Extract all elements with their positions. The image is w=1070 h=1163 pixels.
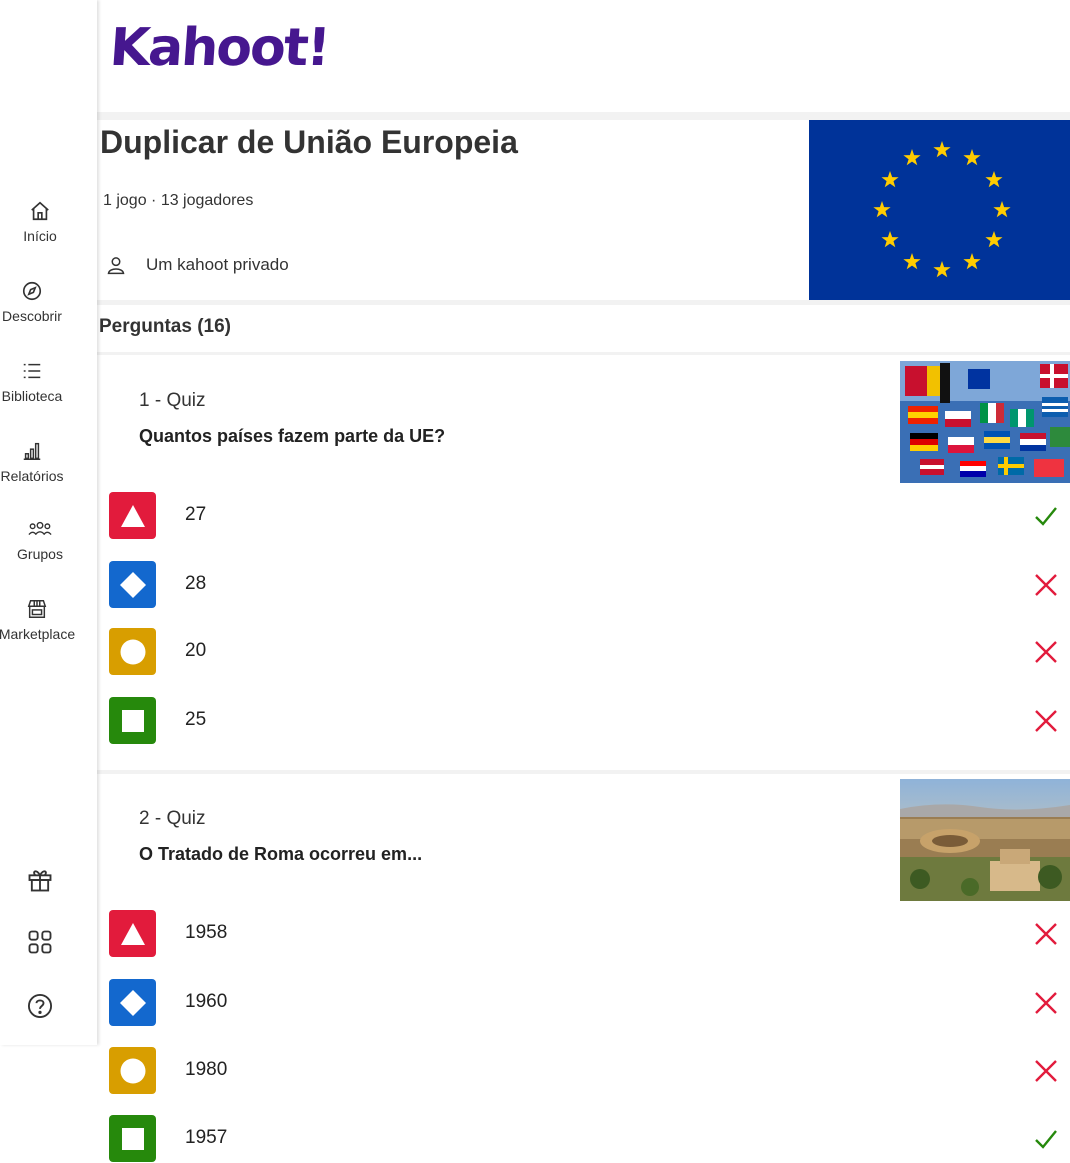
sidebar: Início Descobrir Biblioteca Relatórios G… bbox=[0, 0, 97, 1045]
cross-icon bbox=[1032, 920, 1060, 948]
answer-row: 1960 bbox=[109, 979, 1070, 1027]
sidebar-item-label: Grupos bbox=[17, 546, 63, 562]
sidebar-item-label: Marketplace bbox=[0, 626, 76, 642]
questions-heading: Perguntas (16) bbox=[99, 316, 231, 337]
section-divider bbox=[97, 352, 1070, 355]
question-1-text: Quantos países fazem parte da UE? bbox=[139, 426, 446, 446]
sidebar-item-grupos[interactable]: Grupos bbox=[0, 520, 80, 562]
section-divider bbox=[97, 300, 1070, 305]
home-icon bbox=[31, 201, 49, 221]
help-icon[interactable] bbox=[26, 992, 54, 1020]
flag-star bbox=[903, 253, 921, 270]
flag-star bbox=[985, 231, 1003, 248]
answer-text: 1980 bbox=[185, 1059, 228, 1080]
group-icon bbox=[28, 521, 52, 536]
list-icon bbox=[23, 363, 41, 379]
flag-star bbox=[993, 201, 1011, 218]
sidebar-item-inicio[interactable]: Início bbox=[0, 200, 80, 244]
answer-text: 1960 bbox=[185, 991, 228, 1012]
question-1-image-flags bbox=[900, 361, 1070, 483]
flag-star bbox=[933, 141, 951, 158]
gift-icon[interactable] bbox=[26, 866, 54, 894]
flag-star bbox=[881, 171, 899, 188]
visibility-label: Um kahoot privado bbox=[146, 255, 289, 274]
answer-row: 1958 bbox=[109, 910, 1070, 958]
cross-icon bbox=[1032, 638, 1060, 666]
question-2-header: 2 - Quiz bbox=[139, 808, 206, 829]
diamond-icon bbox=[109, 979, 156, 1026]
answer-row: 25 bbox=[109, 697, 1070, 745]
cross-icon bbox=[1032, 707, 1060, 735]
square-icon bbox=[109, 1115, 156, 1162]
chart-icon bbox=[23, 442, 41, 460]
cross-icon bbox=[1032, 989, 1060, 1017]
visibility-info: Um kahoot privado bbox=[106, 255, 289, 275]
sidebar-item-label: Relatórios bbox=[0, 468, 64, 484]
apps-icon[interactable] bbox=[26, 928, 54, 956]
answer-row: 20 bbox=[109, 628, 1070, 676]
header-divider bbox=[97, 112, 1070, 120]
sidebar-item-label: Biblioteca bbox=[1, 388, 63, 404]
triangle-icon bbox=[109, 910, 156, 957]
answer-text: 1957 bbox=[185, 1127, 228, 1148]
triangle-icon bbox=[109, 492, 156, 539]
flag-star bbox=[903, 149, 921, 166]
answer-text: 25 bbox=[185, 709, 207, 730]
page-title: Duplicar de União Europeia bbox=[100, 124, 518, 160]
cross-icon bbox=[1032, 571, 1060, 599]
sidebar-item-relatorios[interactable]: Relatórios bbox=[0, 440, 72, 484]
sidebar-item-label: Descobrir bbox=[2, 308, 62, 324]
check-icon bbox=[1032, 502, 1060, 530]
answer-row: 27 bbox=[109, 492, 1070, 540]
answer-row: 1957 bbox=[109, 1115, 1070, 1163]
kahoot-logo[interactable]: Kahoot! bbox=[108, 18, 331, 78]
question-2-image-rome bbox=[900, 779, 1070, 901]
flag-star bbox=[873, 201, 891, 218]
sidebar-item-biblioteca[interactable]: Biblioteca bbox=[0, 360, 72, 404]
sidebar-item-descobrir[interactable]: Descobrir bbox=[0, 280, 72, 324]
flag-star bbox=[963, 253, 981, 270]
question-2-text: O Tratado de Roma ocorreu em... bbox=[139, 844, 423, 864]
answer-text: 1958 bbox=[185, 922, 228, 943]
check-icon bbox=[1032, 1125, 1060, 1153]
square-icon bbox=[109, 697, 156, 744]
cover-image-eu-flag bbox=[809, 120, 1070, 300]
diamond-icon bbox=[109, 561, 156, 608]
flag-star bbox=[933, 261, 951, 278]
flag-star bbox=[985, 171, 1003, 188]
question-1-header: 1 - Quiz bbox=[139, 390, 206, 411]
user-icon bbox=[107, 257, 125, 275]
compass-icon bbox=[22, 281, 42, 301]
store-icon bbox=[27, 600, 47, 618]
flag-star bbox=[881, 231, 899, 248]
answer-text: 28 bbox=[185, 573, 207, 594]
circle-icon bbox=[109, 628, 156, 675]
circle-icon bbox=[109, 1047, 156, 1094]
answer-text: 20 bbox=[185, 640, 207, 661]
answer-row: 28 bbox=[109, 561, 1070, 609]
answer-row: 1980 bbox=[109, 1047, 1070, 1095]
sidebar-item-marketplace[interactable]: Marketplace bbox=[0, 598, 77, 642]
play-stats: 1 jogo · 13 jogadores bbox=[103, 192, 254, 209]
answer-text: 27 bbox=[185, 504, 207, 525]
flag-star bbox=[963, 149, 981, 166]
cross-icon bbox=[1032, 1057, 1060, 1085]
sidebar-item-label: Início bbox=[23, 228, 57, 244]
question-divider bbox=[97, 770, 1070, 774]
